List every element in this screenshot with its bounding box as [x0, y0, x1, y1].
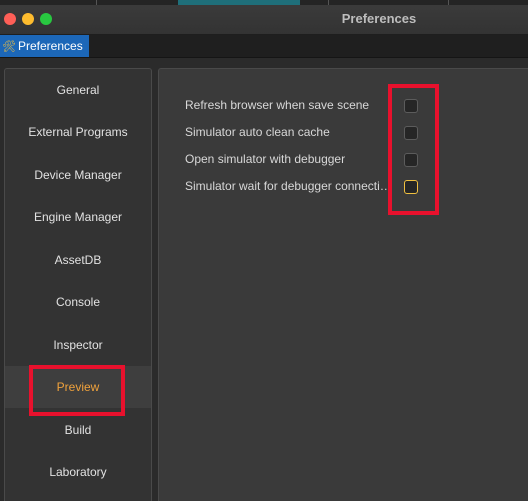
background-window-preview	[178, 0, 300, 5]
option-label-refresh-browser: Refresh browser when save scene	[185, 98, 370, 112]
sidebar-item-assetdb[interactable]: AssetDB	[5, 239, 151, 281]
preferences-sidebar: General External Programs Device Manager…	[4, 68, 152, 501]
sidebar-item-inspector[interactable]: Inspector	[5, 324, 151, 366]
preview-highlight-box	[29, 365, 125, 416]
option-label-open-with-debugger: Open simulator with debugger	[185, 152, 346, 166]
checkbox-highlight-box	[388, 84, 439, 215]
title-bar: Preferences	[0, 0, 528, 35]
sidebar-item-device-manager[interactable]: Device Manager	[5, 154, 151, 196]
sidebar-item-console[interactable]: Console	[5, 281, 151, 323]
sidebar-item-general[interactable]: General	[5, 69, 151, 111]
top-strip	[0, 0, 528, 5]
option-label-auto-clean-cache: Simulator auto clean cache	[185, 125, 330, 139]
sidebar-item-laboratory[interactable]: Laboratory	[5, 451, 151, 493]
divider	[448, 0, 449, 5]
divider	[96, 0, 97, 5]
sidebar-item-external-programs[interactable]: External Programs	[5, 111, 151, 153]
tab-preferences[interactable]: 🛠 Preferences	[0, 35, 89, 57]
minimize-window-button[interactable]	[22, 13, 34, 25]
tools-icon: 🛠	[2, 40, 16, 53]
divider	[328, 0, 329, 5]
option-label-wait-for-debugger: Simulator wait for debugger connecti…	[185, 179, 392, 193]
preview-settings-panel: Refresh browser when save scene Simulato…	[158, 68, 528, 501]
close-window-button[interactable]	[4, 13, 16, 25]
tab-bar: 🛠 Preferences	[0, 35, 528, 58]
zoom-window-button[interactable]	[40, 13, 52, 25]
tab-label: Preferences	[18, 39, 83, 53]
window-title: Preferences	[341, 11, 417, 26]
sidebar-item-engine-manager[interactable]: Engine Manager	[5, 196, 151, 238]
